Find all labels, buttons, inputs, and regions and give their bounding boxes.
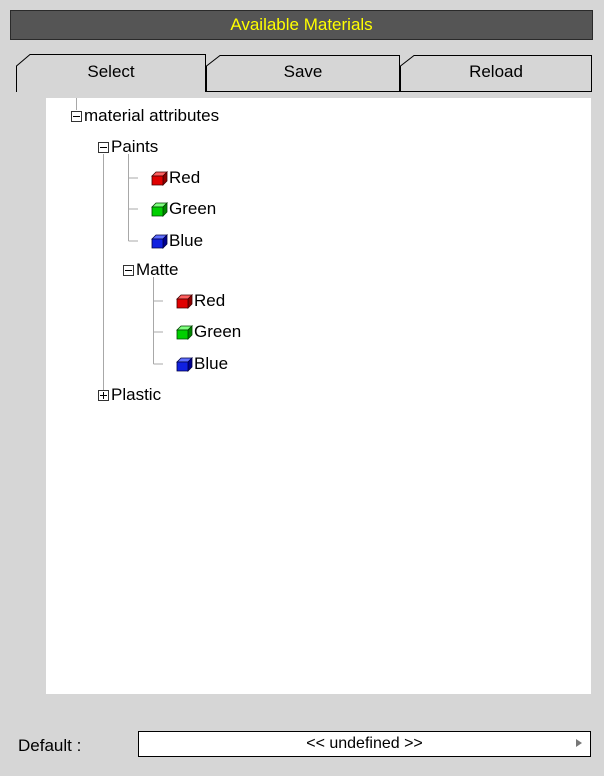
tab-reload[interactable]: Reload — [400, 52, 592, 92]
tree-node-label: material attributes — [84, 106, 220, 125]
panel-title: Available Materials — [10, 10, 593, 40]
tab-save[interactable]: Save — [206, 52, 400, 92]
red-cube-icon — [151, 170, 168, 186]
tab-select[interactable]: Select — [16, 52, 206, 92]
tree-leaf-matte-green[interactable]: Green — [176, 319, 241, 345]
material-tree[interactable]: material attributes Paints Red Green Blu… — [46, 98, 591, 694]
green-cube-icon — [176, 324, 193, 340]
tree-leaf-label: Red — [169, 168, 201, 187]
tree-leaf-label: Blue — [169, 231, 204, 250]
materials-panel: Available Materials Select Save Reload m… — [0, 0, 604, 776]
tree-leaf-label: Green — [169, 199, 217, 218]
tree-leaf-paints-red[interactable]: Red — [151, 165, 200, 191]
blue-cube-icon — [176, 356, 193, 372]
collapse-icon[interactable] — [123, 264, 134, 276]
tree-leaf-label: Red — [194, 291, 226, 310]
tree-leaf-paints-green[interactable]: Green — [151, 196, 216, 222]
dropdown-arrow-icon[interactable] — [576, 739, 582, 747]
tree-leaf-label: Blue — [194, 354, 229, 373]
tree-node-label: Plastic — [111, 385, 162, 404]
green-cube-icon — [151, 201, 168, 217]
default-material-value: << undefined >> — [306, 735, 423, 752]
expand-icon[interactable] — [98, 389, 109, 401]
tab-save-label: Save — [283, 62, 323, 81]
tree-leaf-label: Green — [194, 322, 242, 341]
tree-node-plastic[interactable]: Plastic — [98, 382, 161, 408]
tree-node-label: Paints — [111, 137, 159, 156]
tree-node-matte[interactable]: Matte — [123, 257, 179, 283]
default-label: Default : — [18, 736, 82, 755]
tree-leaf-matte-blue[interactable]: Blue — [176, 351, 228, 377]
tree-node-paints[interactable]: Paints — [98, 134, 158, 160]
collapse-icon[interactable] — [98, 141, 109, 153]
tree-leaf-paints-blue[interactable]: Blue — [151, 228, 203, 254]
default-material-select[interactable]: << undefined >> — [138, 731, 591, 757]
tab-select-label: Select — [87, 62, 135, 81]
tree-leaf-matte-red[interactable]: Red — [176, 288, 225, 314]
collapse-icon[interactable] — [71, 110, 82, 122]
red-cube-icon — [176, 293, 193, 309]
tab-reload-label: Reload — [469, 62, 523, 81]
tree-node-label: Matte — [136, 260, 179, 279]
tree-node-root[interactable]: material attributes — [71, 103, 219, 129]
blue-cube-icon — [151, 233, 168, 249]
